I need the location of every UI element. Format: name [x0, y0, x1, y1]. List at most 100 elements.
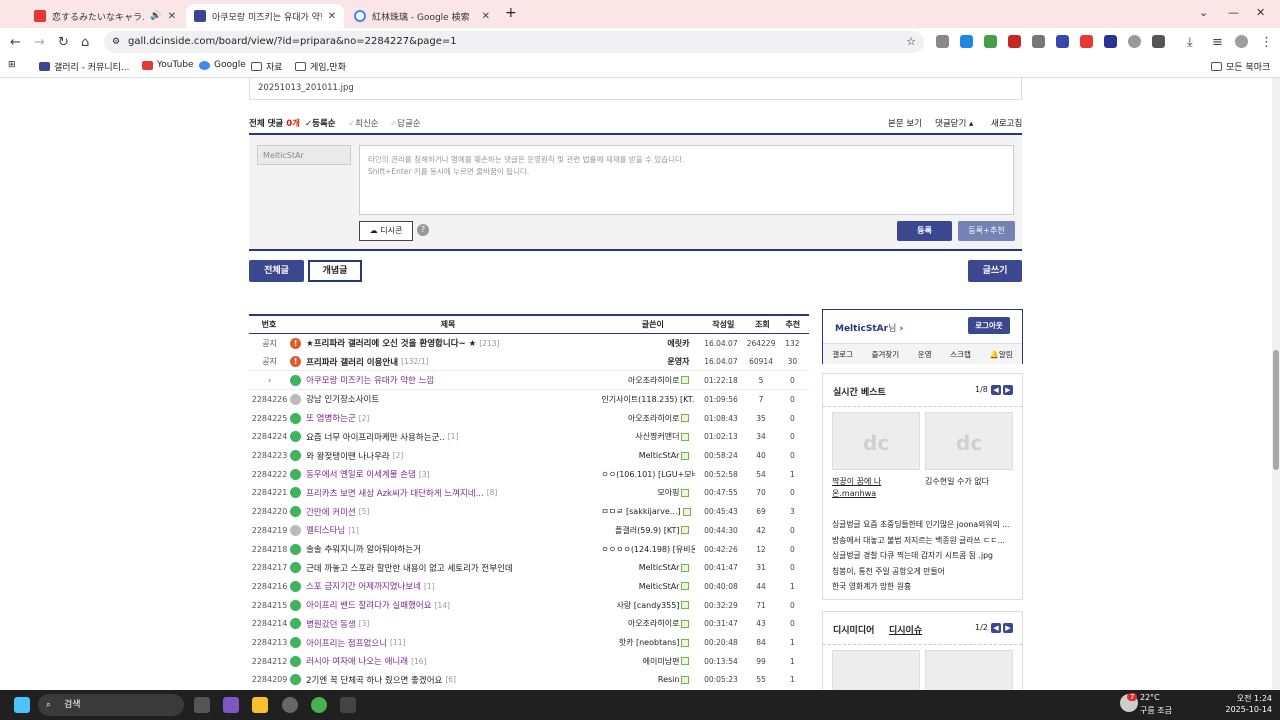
all-posts-button[interactable]: 전체글	[249, 260, 304, 282]
taskbar-search[interactable]: ⌕ 검색	[38, 694, 184, 716]
list-item[interactable]: 싱글벙글 경찰 다큐 찍는데 갑자기 시트콤 됨 .jpg	[832, 548, 1016, 564]
post-title[interactable]: 프리파라 갤러리 이용안내	[306, 356, 398, 368]
new-tab-button[interactable]: +	[505, 5, 517, 21]
post-title[interactable]: 프리카츠 보면 새삼 Azk씨가 대단하게 느껴지네...	[306, 487, 484, 499]
comment-count[interactable]: [1]	[448, 432, 459, 441]
comment-input[interactable]: 타인의 권리를 침해하거나 명예를 훼손하는 댓글은 운영원칙 및 관련 법률에…	[359, 145, 1014, 215]
minimize-button[interactable]: —	[1228, 6, 1239, 19]
list-item[interactable]: 싱글벙글 요즘 초중딩들한테 인기많은 joona외워의 ...	[832, 517, 1016, 533]
post-title[interactable]: 솔솔 추워지니까 알아둬야하는거	[306, 543, 421, 555]
post-writer[interactable]: 모아핑	[601, 487, 695, 498]
scrap-link[interactable]: 스크랩	[950, 349, 971, 360]
close-window-button[interactable]: ✕	[1256, 6, 1265, 19]
help-icon[interactable]: ?	[417, 224, 429, 236]
table-row[interactable]: 2284213 아이프리는 점프없으니 [11] 핫카 [neobtans] 00:20…	[249, 633, 809, 652]
logout-button[interactable]: 로그아웃	[968, 317, 1010, 334]
table-row[interactable]: 2284215 아이프리 밴드 찰려다가 실패했어요 [14] 사랑 [candy35…	[249, 596, 809, 615]
next-arrow-icon[interactable]: ▶	[1003, 385, 1013, 395]
post-title[interactable]: 멜티스타님	[306, 524, 345, 536]
table-row[interactable]: 2284216 스포 금지기간 어제까지였나보네 [1] MelticStAr 00:4…	[249, 577, 809, 596]
thumbnail[interactable]	[925, 650, 1013, 690]
clock-time[interactable]: 오전 1:24	[1224, 693, 1272, 704]
post-title[interactable]: 아이프리 밴드 찰려다가 실패했어요	[306, 599, 431, 611]
post-title[interactable]: 근데 까놓고 스포라 할만한 내용이 없고 세토리가 전부인데	[306, 562, 513, 574]
post-title[interactable]: ★프리파라 갤러리에 오신 것을 환영합니다~ ★	[306, 337, 476, 349]
post-title[interactable]: 병원갔던 동생	[306, 618, 356, 630]
file-explorer-icon[interactable]	[252, 697, 268, 713]
app-icon[interactable]	[282, 697, 298, 713]
bookmark-4[interactable]: 게임,만화	[295, 60, 346, 73]
comment-count[interactable]: [16]	[411, 657, 426, 666]
list-item[interactable]: 방송에서 대놓고 불법 저지르는 백종원 글라쓰 ㄷㄷ...	[832, 533, 1016, 549]
bookmark-star-icon[interactable]: ☆	[906, 31, 916, 53]
post-title[interactable]: 간만에 커미션	[306, 506, 356, 518]
comment-count[interactable]: [8]	[487, 488, 498, 497]
extension-icon[interactable]	[1056, 35, 1069, 48]
apps-icon[interactable]: ⊞	[8, 60, 16, 70]
extension-icon[interactable]	[984, 35, 997, 48]
favorites-link[interactable]: 즐겨찾기	[872, 349, 900, 360]
bookmark-1[interactable]: YouTube	[142, 60, 194, 70]
all-bookmarks[interactable]: 모든 북마크	[1211, 60, 1270, 73]
post-writer[interactable]: 사신짱커맨더	[601, 431, 695, 442]
post-writer[interactable]: 플갤러(59.9) [KT]	[601, 525, 695, 536]
clock-date[interactable]: 2025-10-14	[1212, 705, 1273, 714]
post-writer[interactable]: MelticStAr	[601, 451, 695, 460]
speaker-icon[interactable]: 🔊	[150, 11, 161, 21]
post-writer[interactable]: ㅇㅇㅇㅇ(124.198) [유비온...]	[601, 544, 695, 555]
extension-icon[interactable]	[936, 35, 949, 48]
table-row[interactable]: 공지! 프리파라 갤러리 이용안내 [132/1] 운영자 16.04.07 60914 3…	[249, 353, 809, 372]
attachment-file[interactable]: 20251013_201011.jpg	[258, 83, 354, 93]
list-item[interactable]: 한국 영화계가 망한 원흉	[832, 579, 1016, 595]
comment-count[interactable]: [213]	[479, 339, 499, 348]
post-writer[interactable]: MelticStAr	[601, 582, 695, 591]
table-row[interactable]: 2284221 프리카츠 보면 새삼 Azk씨가 대단하게 느껴지네... [8] 모…	[249, 484, 809, 503]
comment-count[interactable]: [1]	[424, 582, 435, 591]
post-title[interactable]: 아이프리는 점프없으니	[306, 637, 387, 649]
post-title[interactable]: 러시아 여자애 나오는 애니래	[306, 655, 408, 667]
thumb-caption[interactable]: 김수현일 수가 없다	[925, 476, 1015, 488]
post-writer[interactable]: MelticStAr	[601, 563, 695, 572]
tab-search-icon[interactable]: ⌄	[1199, 6, 1208, 19]
extension-icon[interactable]	[1032, 35, 1045, 48]
comment-count[interactable]: [2]	[359, 414, 370, 423]
list-item[interactable]: 칭봉이, 통천 주일 공항오게 만들어	[832, 564, 1016, 580]
recommended-button[interactable]: 개념글	[308, 260, 362, 282]
comment-count[interactable]: [14]	[435, 601, 450, 610]
bookmark-3[interactable]: 자료	[251, 60, 283, 73]
post-writer[interactable]: 에이미남편	[601, 656, 695, 667]
post-writer[interactable]: 운영자	[601, 356, 695, 367]
post-writer[interactable]: ㅇㅇ(106.101) [LGU+모바일]	[601, 469, 695, 480]
chrome-icon[interactable]	[311, 697, 327, 713]
manage-link[interactable]: 운영	[918, 349, 932, 360]
next-arrow-icon[interactable]: ▶	[1003, 623, 1013, 633]
comment-count[interactable]: [5]	[359, 507, 370, 516]
extension-icon[interactable]	[1128, 35, 1141, 48]
reload-icon[interactable]: ↻	[58, 35, 69, 50]
windows-start-icon[interactable]	[14, 697, 30, 713]
post-writer[interactable]: Resin	[601, 675, 695, 684]
comment-count[interactable]: [132/1]	[401, 357, 428, 366]
comment-count[interactable]: [1]	[348, 526, 359, 535]
sort-option[interactable]: ✓최신순	[348, 117, 379, 129]
close-icon[interactable]: ✕	[482, 11, 490, 22]
table-row[interactable]: › 아쿠모랑 미즈키는 유대가 약한 느낌 아오조라히이로 01:22:18 5 0	[249, 371, 809, 391]
post-writer[interactable]: 아오조라히이로	[601, 618, 695, 629]
post-title[interactable]: 아쿠모랑 미즈키는 유대가 약한 느낌	[306, 374, 434, 386]
dccon-button[interactable]: ☁ 디시콘	[359, 221, 413, 241]
avatar[interactable]	[1235, 35, 1248, 48]
sort-option[interactable]: ✓등록순	[305, 117, 336, 129]
download-icon[interactable]: ⤓	[1187, 35, 1193, 50]
comment-count[interactable]: [3]	[419, 470, 430, 479]
address-bar[interactable]: ⚙ gall.dcinside.com/board/view/?id=pripa…	[104, 31, 924, 53]
table-row[interactable]: 공지! ★프리파라 갤러리에 오신 것을 환영합니다~ ★ [213] 에릿카 16.0…	[249, 334, 809, 353]
post-writer[interactable]: 인기사이트(118.235) [KT...	[601, 394, 695, 405]
extension-icon[interactable]	[1008, 35, 1021, 48]
table-row[interactable]: 2284218 솔솔 추워지니까 알아둬야하는거 ㅇㅇㅇㅇ(124.198) [유비…	[249, 540, 809, 559]
media-icon[interactable]: ≡	[1212, 35, 1223, 50]
dcissue-title[interactable]: 디시이슈	[889, 623, 922, 636]
table-row[interactable]: 2284219 멜티스타님 [1] 플갤러(59.9) [KT] 00:44:30 42 0	[249, 521, 809, 540]
table-row[interactable]: 2284222 동우에서 옌일로 이세계물 손댐 [3] ㅇㅇ(106.101) [L…	[249, 465, 809, 484]
sort-option[interactable]: ✓답글순	[390, 117, 421, 129]
post-writer[interactable]: 핫카 [neobtans]	[601, 637, 695, 648]
